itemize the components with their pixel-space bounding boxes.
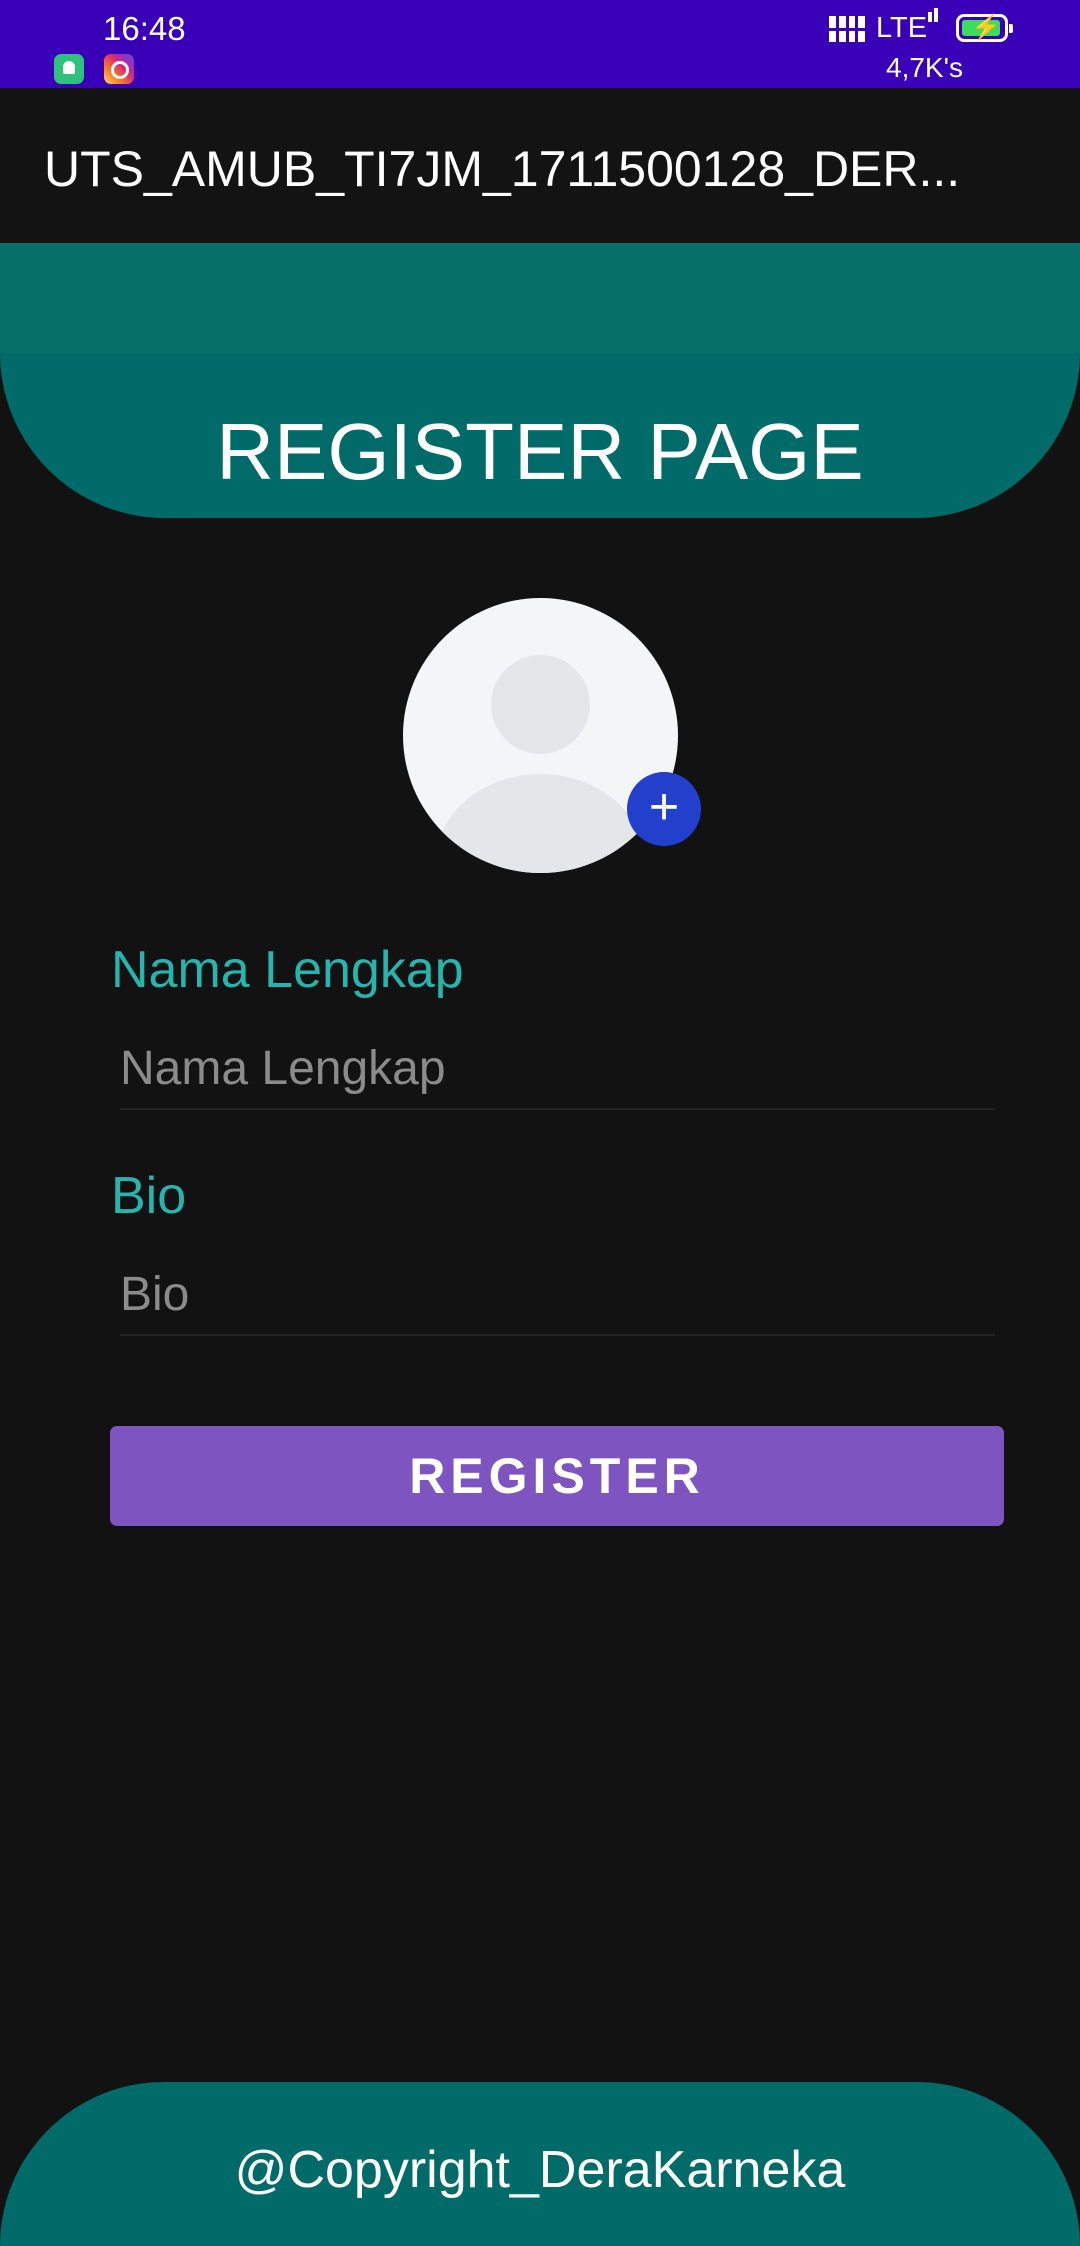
register-button[interactable]: REGISTER: [110, 1426, 1004, 1526]
name-input[interactable]: [120, 1028, 995, 1110]
bio-label: Bio: [111, 1167, 187, 1225]
avatar-body-shape: [435, 774, 646, 873]
signal-grid-icon: [829, 16, 865, 42]
status-bar: 16:48 LTE ⚡ 4,7K's: [0, 0, 1080, 88]
add-photo-button[interactable]: +: [627, 772, 701, 846]
bio-input[interactable]: [120, 1254, 995, 1336]
footer: @Copyright_DeraKarneka: [0, 2082, 1080, 2246]
notification-bell-icon: [54, 54, 84, 84]
status-time: 16:48: [103, 10, 186, 47]
plus-icon: +: [648, 778, 680, 836]
page-title: REGISTER PAGE: [216, 407, 864, 496]
app-title: UTS_AMUB_TI7JM_1711500128_DER...: [44, 141, 961, 197]
instagram-icon: [104, 54, 134, 84]
copyright-text: @Copyright_DeraKarneka: [234, 2141, 846, 2199]
header-strip: [0, 243, 1080, 353]
app-bar: UTS_AMUB_TI7JM_1711500128_DER...: [0, 88, 1080, 243]
name-label: Nama Lengkap: [111, 941, 464, 999]
network-type: LTE: [876, 12, 928, 44]
avatar-head-shape: [491, 655, 590, 754]
charging-icon: ⚡: [971, 14, 1001, 41]
network-speed: 4,7K's: [886, 52, 963, 83]
